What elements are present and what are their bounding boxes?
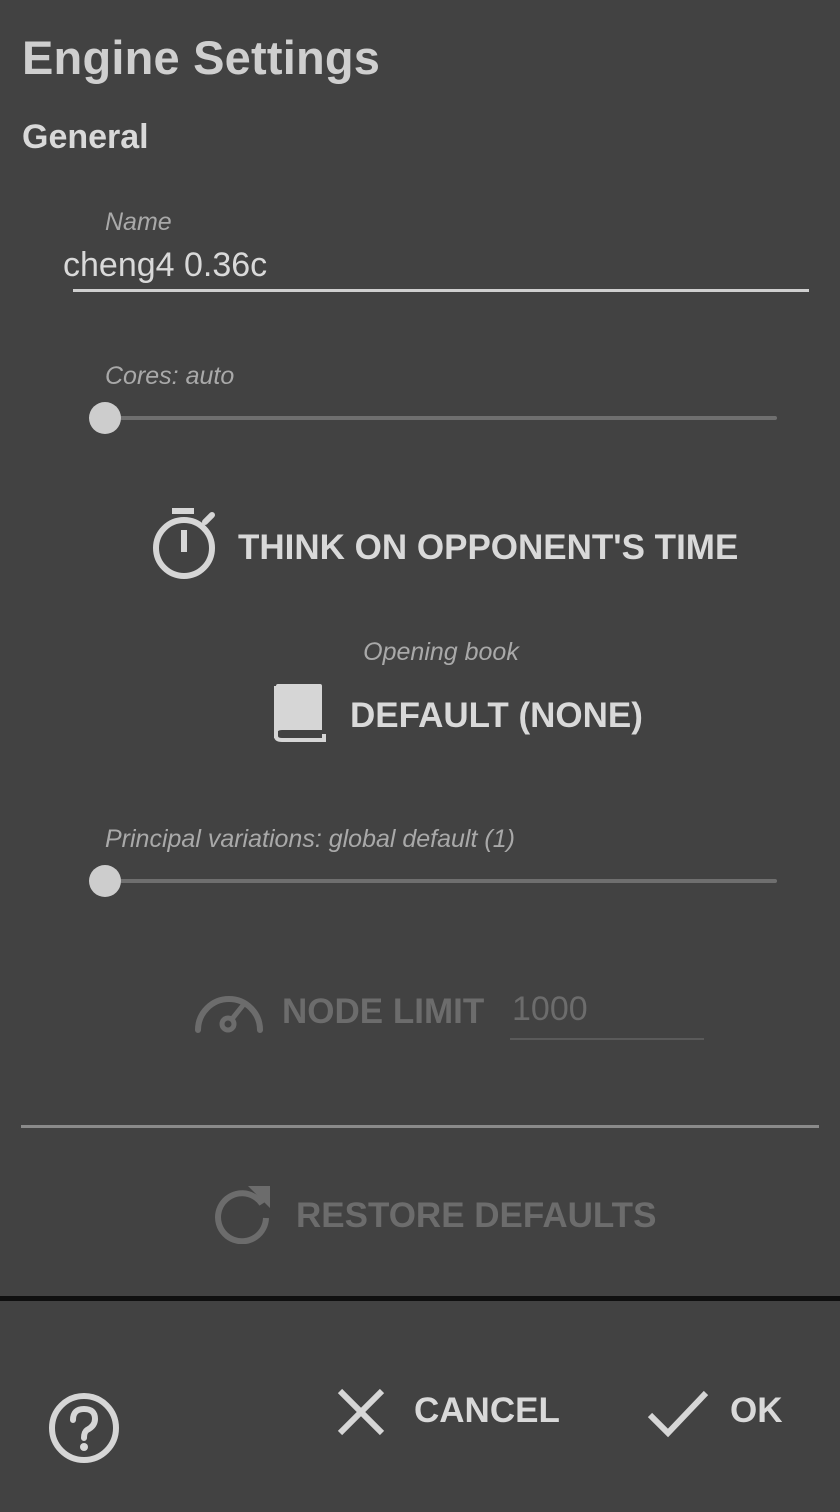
dialog-title: Engine Settings [22, 31, 381, 84]
cores-slider-track [105, 416, 777, 420]
cores-label: Cores: auto [105, 362, 235, 390]
restore-defaults-label: RESTORE DEFAULTS [296, 1196, 657, 1235]
ponder-label: THINK ON OPPONENT'S TIME [238, 528, 739, 567]
cancel-label: CANCEL [414, 1391, 560, 1430]
divider [21, 1125, 819, 1128]
cores-slider-thumb[interactable] [89, 402, 121, 434]
opening-book-button[interactable]: DEFAULT (NONE) [268, 682, 643, 746]
close-icon [334, 1385, 388, 1439]
speedometer-icon [192, 982, 266, 1038]
refresh-icon [212, 1182, 274, 1244]
name-field-underline [73, 289, 809, 292]
check-icon [644, 1385, 710, 1439]
node-limit-placeholder: 1000 [512, 990, 588, 1028]
cancel-button[interactable]: CANCEL [334, 1381, 564, 1441]
node-limit-toggle[interactable]: NODE LIMIT [192, 982, 492, 1042]
dialog-footer: CANCEL OK [0, 1296, 840, 1512]
help-icon [48, 1392, 120, 1464]
pv-slider[interactable] [89, 863, 779, 903]
stopwatch-icon [150, 506, 220, 586]
help-button[interactable] [48, 1392, 120, 1464]
cores-slider[interactable] [89, 400, 779, 440]
book-icon [268, 682, 328, 744]
node-limit-label: NODE LIMIT [282, 992, 485, 1031]
name-field-label: Name [105, 208, 172, 236]
node-limit-underline [510, 1038, 704, 1040]
restore-defaults-button[interactable]: RESTORE DEFAULTS [212, 1182, 656, 1246]
section-general-heading: General [22, 118, 149, 156]
opening-book-label: Opening book [363, 638, 519, 666]
ok-label: OK [730, 1391, 783, 1430]
opening-book-value: DEFAULT (NONE) [350, 696, 643, 735]
ok-button[interactable]: OK [644, 1381, 794, 1441]
pv-label: Principal variations: global default (1) [105, 825, 515, 853]
ponder-toggle-button[interactable]: THINK ON OPPONENT'S TIME [150, 506, 750, 586]
pv-slider-track [105, 879, 777, 883]
pv-slider-thumb[interactable] [89, 865, 121, 897]
name-field[interactable]: cheng4 0.36c [63, 246, 267, 285]
node-limit-input[interactable]: 1000 [510, 990, 704, 1042]
